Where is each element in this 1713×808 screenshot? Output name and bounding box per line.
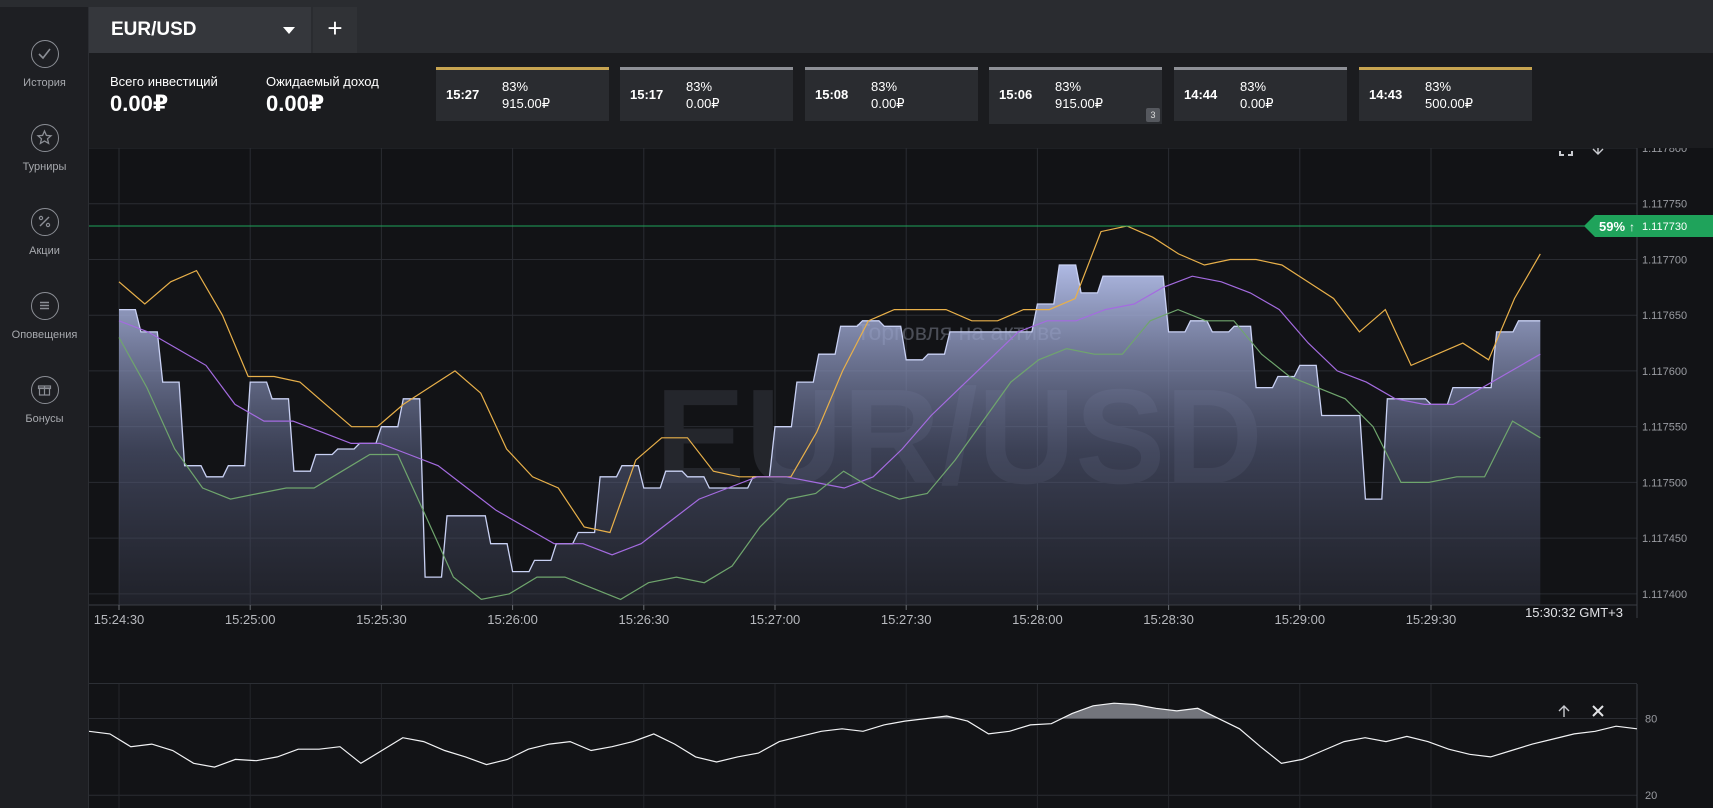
- list-icon: [31, 292, 59, 320]
- server-clock: 15:30:32 GMT+3: [1525, 605, 1623, 620]
- stats-bar: Всего инвестиций 0.00₽ Ожидаемый доход 0…: [89, 53, 1713, 148]
- price-chart[interactable]: Торговля на активе EUR/USD 1.1178001.117…: [88, 138, 1713, 808]
- x-tick-label: 15:26:00: [487, 612, 538, 627]
- sidebar-item-tournaments[interactable]: Турниры: [0, 124, 89, 194]
- deal-percent: 83%: [686, 79, 713, 94]
- expected-income-value: 0.00₽: [266, 91, 325, 116]
- x-tick-label: 15:28:30: [1143, 612, 1194, 627]
- x-tick-label: 15:27:30: [881, 612, 932, 627]
- gift-icon: [31, 376, 59, 404]
- deal-time: 15:08: [815, 87, 849, 102]
- deal-time: 14:44: [1184, 87, 1218, 102]
- payout-percent: 59%: [1599, 219, 1625, 234]
- deal-amount: 0.00₽: [686, 96, 720, 111]
- x-tick-label: 15:27:00: [750, 612, 801, 627]
- deal-time: 15:27: [446, 87, 480, 102]
- expected-income-label: Ожидаемый доход: [266, 74, 379, 89]
- deal-card[interactable]: 15:06 83% 915.00₽ 3: [989, 67, 1162, 124]
- oscillator-line: [88, 702, 1638, 768]
- y-tick-label: 1.117800: [1642, 148, 1687, 155]
- x-tick-label: 15:26:30: [618, 612, 669, 627]
- arrow-up-icon: ↑: [1629, 220, 1635, 234]
- sidebar-item-label: История: [23, 77, 66, 89]
- deal-time: 14:43: [1369, 87, 1403, 102]
- sidebar-item-label: Турниры: [22, 161, 67, 173]
- sidebar-item-label: Оповещения: [11, 329, 78, 341]
- current-price-value: 1.117730: [1642, 221, 1687, 233]
- deal-amount: 500.00₽: [1425, 96, 1474, 111]
- total-investments: Всего инвестиций 0.00₽: [110, 74, 218, 117]
- x-tick-label: 15:25:30: [356, 612, 407, 627]
- deal-percent: 83%: [1425, 79, 1452, 94]
- plus-icon: +: [327, 13, 343, 43]
- y-tick-label: 1.117750: [1642, 199, 1687, 211]
- asset-tab[interactable]: EUR/USD: [89, 7, 311, 53]
- deal-card[interactable]: 15:27 83% 915.00₽: [436, 67, 609, 121]
- arrow-up-icon[interactable]: [1558, 705, 1570, 717]
- y-tick-label: 1.117600: [1642, 366, 1687, 378]
- asset-name: EUR/USD: [111, 19, 197, 40]
- deal-amount: 0.00₽: [871, 96, 905, 111]
- sidebar-item-label: Акции: [29, 245, 60, 257]
- deal-card[interactable]: 15:17 83% 0.00₽: [620, 67, 793, 121]
- add-asset-button[interactable]: +: [313, 7, 357, 53]
- total-investments-label: Всего инвестиций: [110, 74, 218, 89]
- arrow-down-icon[interactable]: [1592, 143, 1604, 155]
- chart-area: Торговля на активе EUR/USD 1.1178001.117…: [88, 138, 1713, 808]
- deal-card[interactable]: 15:08 83% 0.00₽: [805, 67, 978, 121]
- current-price-marker[interactable]: 59% ↑ 1.117730: [1584, 215, 1713, 238]
- total-investments-value: 0.00₽: [110, 91, 169, 116]
- price-area-fill: [119, 265, 1541, 605]
- divider: [89, 683, 1637, 684]
- deal-amount: 915.00₽: [1055, 96, 1104, 111]
- star-icon: [31, 124, 59, 152]
- deal-percent: 83%: [502, 79, 529, 94]
- y-tick-label: 20: [1645, 790, 1657, 802]
- y-tick-label: 1.117500: [1642, 477, 1687, 489]
- sidebar-item-notifications[interactable]: Оповещения: [0, 292, 89, 362]
- sidebar-item-label: Бонусы: [25, 413, 64, 425]
- fullscreen-icon[interactable]: [1559, 142, 1573, 156]
- close-icon[interactable]: [1592, 705, 1604, 717]
- x-tick-label: 15:25:00: [225, 612, 276, 627]
- top-strip: [0, 0, 1713, 7]
- x-tick-label: 15:29:30: [1406, 612, 1457, 627]
- expected-income: Ожидаемый доход 0.00₽: [266, 74, 379, 117]
- deal-percent: 83%: [1055, 79, 1082, 94]
- sidebar-item-promotions[interactable]: Акции: [0, 208, 89, 278]
- chevron-down-icon[interactable]: [283, 27, 295, 34]
- x-tick-label: 15:24:30: [94, 612, 145, 627]
- y-tick-label: 1.117550: [1642, 422, 1687, 434]
- y-tick-label: 1.117450: [1642, 533, 1687, 545]
- header: EUR/USD +: [89, 7, 1713, 53]
- y-tick-label: 1.117400: [1642, 589, 1687, 601]
- y-tick-label: 1.117700: [1642, 254, 1687, 266]
- check-icon: [31, 40, 59, 68]
- deal-count-badge: 3: [1146, 108, 1160, 122]
- sidebar-item-bonuses[interactable]: Бонусы: [0, 376, 89, 446]
- sidebar-item-history[interactable]: История: [0, 40, 89, 110]
- deal-card[interactable]: 14:43 83% 500.00₽: [1359, 67, 1532, 121]
- percent-icon: [31, 208, 59, 236]
- deal-time: 15:17: [630, 87, 664, 102]
- deal-amount: 0.00₽: [1240, 96, 1274, 111]
- deal-time: 15:06: [999, 87, 1033, 102]
- deal-percent: 83%: [1240, 79, 1267, 94]
- y-tick-label: 1.117650: [1642, 310, 1687, 322]
- x-tick-label: 15:29:00: [1274, 612, 1325, 627]
- overbought-shade: [926, 703, 1219, 719]
- deal-percent: 83%: [871, 79, 898, 94]
- x-tick-label: 15:28:00: [1012, 612, 1063, 627]
- deal-amount: 915.00₽: [502, 96, 551, 111]
- y-tick-label: 80: [1645, 714, 1657, 726]
- sidebar: История Турниры Акции Оповещения Бонусы: [0, 7, 89, 808]
- deal-card[interactable]: 14:44 83% 0.00₽: [1174, 67, 1347, 121]
